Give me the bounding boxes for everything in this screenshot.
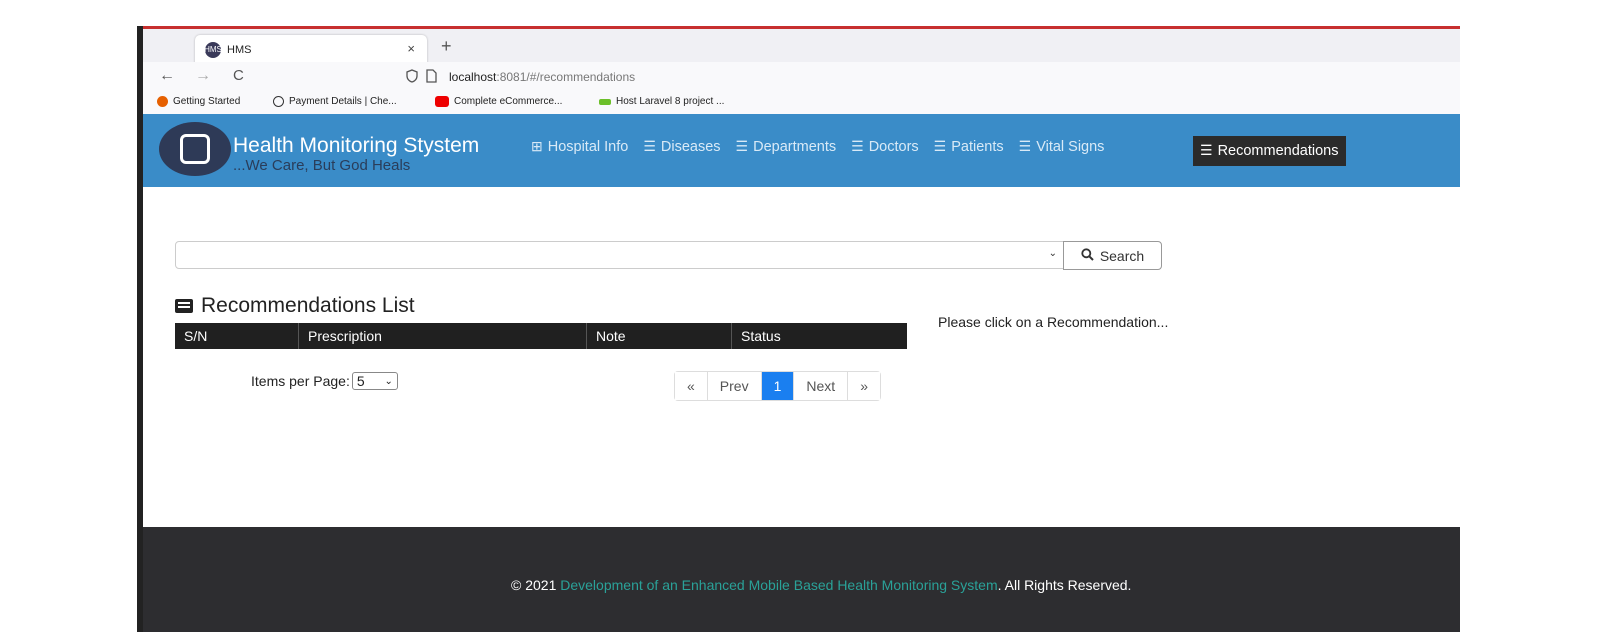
tab-strip: HMS HMS × + <box>143 26 1460 64</box>
list-icon: ☰ <box>1200 142 1213 158</box>
first-page-button[interactable]: « <box>675 372 707 400</box>
pagination: « Prev 1 Next » <box>674 371 881 401</box>
monitor-icon <box>180 134 210 164</box>
list-icon: ☰ <box>933 138 947 154</box>
list-icon: ☰ <box>643 138 656 154</box>
table-header-row: S/N Prescription Note Status <box>175 323 907 349</box>
column-header-sn[interactable]: S/N <box>175 323 299 349</box>
shield-icon[interactable] <box>405 69 419 86</box>
tab-title: HMS <box>227 43 252 56</box>
items-per-page-label: Items per Page: <box>251 373 350 389</box>
url-host: localhost <box>449 70 497 84</box>
column-header-note[interactable]: Note <box>586 323 732 349</box>
list-title: Recommendations List <box>175 294 415 318</box>
menu-item-doctors[interactable]: ☰ Doctors <box>851 138 919 155</box>
new-tab-icon[interactable]: + <box>441 36 452 57</box>
logo[interactable] <box>159 122 231 176</box>
address-bar[interactable]: localhost:8081/#/recommendations <box>449 70 635 84</box>
list-alt-icon <box>175 299 193 313</box>
menu-item-vital-signs[interactable]: ☰ Vital Signs <box>1019 138 1105 155</box>
list-icon: ☰ <box>1018 138 1032 154</box>
table-icon: ⊞ <box>531 138 543 154</box>
globe-icon <box>273 96 284 107</box>
column-header-prescription[interactable]: Prescription <box>298 323 587 349</box>
recommendations-table: S/N Prescription Note Status <box>175 323 907 349</box>
chevron-down-icon: ⌄ <box>1048 248 1057 259</box>
search-button-label: Search <box>1099 247 1145 264</box>
items-per-page-select[interactable]: 5 ⌄ <box>351 372 398 390</box>
footer-link[interactable]: Development of an Enhanced Mobile Based … <box>560 577 997 593</box>
bookmark-item[interactable]: Complete eCommerce... <box>435 96 562 107</box>
next-page-button[interactable]: Next <box>793 372 848 400</box>
search-icon <box>1081 247 1094 264</box>
menu-item-diseases[interactable]: ☰ Diseases <box>643 138 720 155</box>
list-icon: ☰ <box>851 138 864 154</box>
brand-title[interactable]: Health Monitoring Stystem <box>233 134 479 158</box>
youtube-icon <box>435 96 449 107</box>
reload-icon[interactable]: C <box>233 67 244 84</box>
footer: © 2021 Development of an Enhanced Mobile… <box>143 527 1460 632</box>
menu-item-departments[interactable]: ☰ Departments <box>736 138 837 155</box>
menu-item-recommendations[interactable]: ☰ Recommendations <box>1193 136 1347 166</box>
bookmark-item[interactable]: Getting Started <box>157 96 240 107</box>
prev-page-button[interactable]: Prev <box>706 372 761 400</box>
brand-tagline: ...We Care, But God Heals <box>233 157 411 174</box>
menu-item-patients[interactable]: ☰ Patients <box>934 138 1004 155</box>
browser-window: HMS HMS × + ← → C localhost:8081/#/recom… <box>143 26 1460 632</box>
close-tab-icon[interactable]: × <box>407 41 415 56</box>
recommendation-select[interactable]: ⌄ <box>175 241 1064 269</box>
browser-tab[interactable]: HMS HMS × <box>195 35 427 64</box>
detail-hint: Please click on a Recommendation... <box>938 314 1169 330</box>
items-per-page: Items per Page: 5 ⌄ <box>251 372 398 390</box>
forward-icon[interactable]: → <box>195 67 211 85</box>
main-menu: ⊞ Hospital Info ☰ Diseases ☰ Departments… <box>531 136 1347 166</box>
url-path: :8081/#/recommendations <box>496 70 636 84</box>
menu-item-hospital-info[interactable]: ⊞ Hospital Info <box>531 138 628 155</box>
list-icon: ☰ <box>735 138 749 154</box>
back-icon[interactable]: ← <box>159 67 175 85</box>
footer-text: © 2021 Development of an Enhanced Mobile… <box>511 577 1132 593</box>
favicon-icon: HMS <box>204 41 222 58</box>
app-header: Health Monitoring Stystem ...We Care, Bu… <box>143 114 1460 187</box>
bookmarks-bar: Getting Started Payment Details | Che...… <box>143 92 1460 114</box>
page-1-button[interactable]: 1 <box>760 372 794 400</box>
page-icon <box>425 69 437 86</box>
search-button[interactable]: Search <box>1063 241 1162 270</box>
last-page-button[interactable]: » <box>847 372 880 400</box>
browser-toolbar: ← → C localhost:8081/#/recommendations <box>143 62 1460 92</box>
bookmark-item[interactable]: Payment Details | Che... <box>273 96 397 107</box>
firefox-icon <box>157 96 168 107</box>
bookmark-item[interactable]: Host Laravel 8 project ... <box>599 96 724 107</box>
code-icon <box>599 98 611 105</box>
chevron-down-icon: ⌄ <box>384 375 393 387</box>
column-header-status[interactable]: Status <box>731 323 907 349</box>
